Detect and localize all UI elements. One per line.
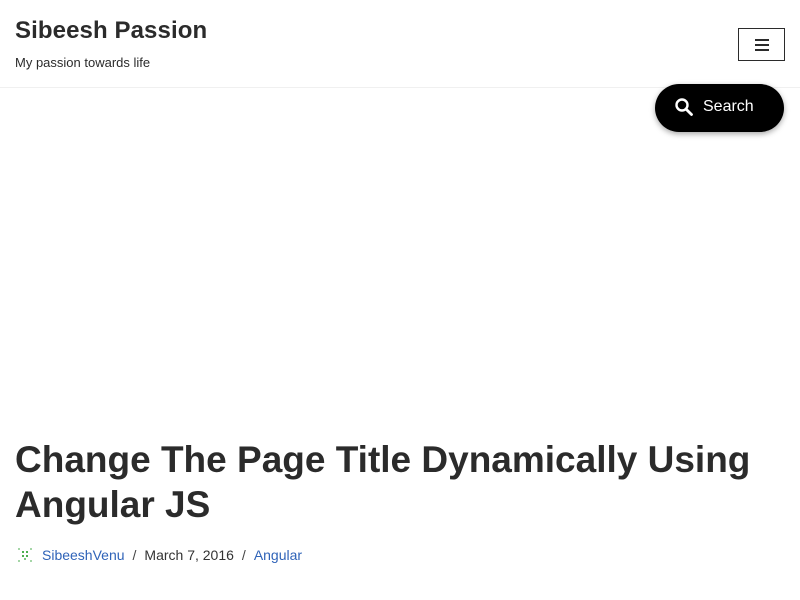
search-label: Search	[703, 98, 754, 115]
search-icon	[674, 97, 694, 117]
author-avatar-icon	[15, 545, 35, 565]
category-link[interactable]: Angular	[254, 547, 302, 563]
site-tagline: My passion towards life	[15, 55, 151, 70]
search-button[interactable]: Search	[655, 84, 784, 132]
meta-separator: /	[132, 547, 137, 563]
post-meta: SibeeshVenu / March 7, 2016 / Angular	[15, 545, 302, 565]
post-date: March 7, 2016	[144, 547, 234, 563]
menu-toggle-button[interactable]	[738, 28, 785, 61]
site-title[interactable]: Sibeesh Passion	[15, 17, 207, 45]
site-header: Sibeesh Passion My passion towards life	[0, 0, 800, 88]
author-link[interactable]: SibeeshVenu	[42, 547, 125, 563]
meta-separator: /	[241, 547, 246, 563]
post-title: Change The Page Title Dynamically Using …	[15, 439, 751, 525]
